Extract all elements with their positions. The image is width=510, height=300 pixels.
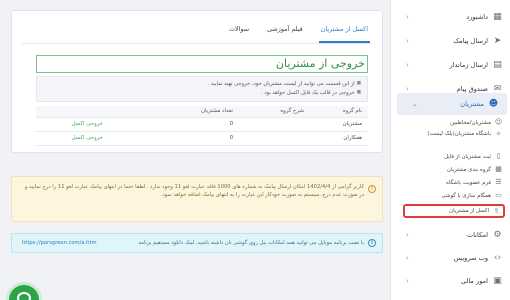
info-box: ■ از این قسمت می توانید از لیست مشتریان … (36, 76, 368, 102)
sidebar-sub-label: همگام سازی با گوشی (441, 193, 491, 199)
sidebar-sub-customer-club[interactable]: ✧ باشگاه مشتریان(بلک لیست) (403, 129, 505, 149)
bullet-icon: ■ (356, 81, 361, 86)
sidebar-item-label: امور مالی (460, 277, 488, 285)
cell-customer-count: 0 (229, 121, 233, 127)
form-icon: ☰ (495, 178, 502, 186)
users-icon: ☻ (488, 99, 499, 109)
warning-alert: ! کاربر گرامی از 1402/4/4 امکان ارسال پی… (11, 176, 383, 222)
table-row: مشتریان 0 خروجی اکسل (36, 118, 368, 132)
table-header: نام گروه شرح گروه تعداد مشتریان (36, 106, 368, 118)
excel-export-link[interactable]: خروجی اکسل (72, 132, 103, 145)
table-row: همکاران 0 خروجی اکسل (36, 132, 368, 146)
sidebar-item-label: مشتریان (460, 100, 484, 108)
sidebar-item-label: داشبورد (466, 13, 488, 21)
info-text: از این قسمت می توانید از لیست مشتریان خو… (207, 81, 355, 87)
sidebar-sub-contacts[interactable]: ☺ مشتریان/مخاطبین (403, 117, 505, 129)
app-download-text: با نصب برنامه موبایل می توانید همه امکان… (138, 240, 364, 246)
header-group-desc: شرح گروه (280, 108, 304, 114)
chevron-left-icon: ‹ (406, 231, 409, 239)
export-icon: ⇪ (493, 207, 500, 215)
tabs-divider (22, 43, 372, 44)
sidebar-sub-excel-export[interactable]: ⇪ اکسل از مشتریان (403, 204, 505, 218)
dashboard-icon: ▦ (493, 12, 502, 22)
tab-faq[interactable]: سوالات (227, 19, 251, 43)
contact-icon: ☺ (494, 118, 503, 126)
sidebar-item-scheduled-send[interactable]: ▤ ارسال زماندار ‹ (391, 54, 510, 76)
group-icon: ▦ (495, 165, 502, 173)
chevron-down-icon: ⌄ (412, 100, 418, 108)
tab-bar: اکسل از مشتریان فیلم آموزشی سوالات (227, 19, 370, 43)
sidebar-item-dashboard[interactable]: ▦ داشبورد ‹ (391, 6, 510, 28)
sidebar-sub-label: فرم عضویت باشگاه (446, 180, 491, 186)
app-download-alert: i با نصب برنامه موبایل می توانید همه امک… (11, 233, 383, 253)
sidebar-item-finance[interactable]: ▣ امور مالی ‹ (391, 270, 510, 292)
chat-bubble-icon (17, 292, 31, 300)
sidebar-item-send-sms[interactable]: ➤ ارسال پیامک ‹ (391, 30, 510, 52)
info-text: خروجی در قالب یک فایل اکسل خواهد بود . (261, 89, 355, 96)
cell-group-name: همکاران (343, 135, 362, 141)
excel-export-link[interactable]: خروجی اکسل (72, 118, 103, 131)
calendar-icon: ▤ (493, 60, 502, 70)
send-icon: ➤ (493, 36, 502, 46)
sidebar: ▦ داشبورد ‹ ➤ ارسال پیامک ‹ ▤ ارسال زمان… (390, 0, 510, 300)
page-title: خروجی از مشتریان (36, 55, 368, 73)
sidebar-item-label: ارسال پیامک (453, 37, 488, 45)
info-line: ■ از این قسمت می توانید از لیست مشتریان … (41, 80, 361, 89)
club-icon: ✧ (495, 130, 502, 138)
sidebar-sub-phone-sync[interactable]: ▭ همگام سازی با گوشی (403, 190, 505, 202)
bullet-icon: ■ (356, 89, 361, 95)
chevron-left-icon: ‹ (406, 13, 409, 21)
tab-excel-export[interactable]: اکسل از مشتریان (318, 19, 370, 43)
cell-customer-count: 0 (229, 135, 233, 141)
info-line: ■ خروجی در قالب یک فایل اکسل خواهد بود . (41, 89, 361, 98)
groups-table: نام گروه شرح گروه تعداد مشتریان مشتریان … (36, 106, 368, 146)
sidebar-item-features[interactable]: ⚙ امکانات ‹ (391, 224, 510, 246)
sidebar-sub-label: اکسل از مشتریان (449, 208, 489, 214)
wallet-icon: ▣ (493, 276, 502, 286)
chevron-left-icon: ‹ (406, 277, 409, 285)
sidebar-sub-membership-form[interactable]: ☰ فرم عضویت باشگاه (403, 177, 505, 189)
chevron-left-icon: ‹ (406, 61, 409, 69)
chat-button[interactable] (9, 285, 39, 300)
gear-icon: ⚙ (493, 230, 502, 240)
header-group-name: نام گروه (342, 108, 362, 114)
sidebar-sub-label: گروه بندی مشتریان (447, 167, 491, 173)
code-icon: ‹› (493, 253, 502, 263)
app-download-link[interactable]: https://parsgreen.com/a.htm (22, 234, 97, 252)
export-card: اکسل از مشتریان فیلم آموزشی سوالات خروجی… (11, 10, 383, 153)
sidebar-item-label: ارسال زماندار (449, 61, 488, 69)
sidebar-sub-label: باشگاه مشتریان(بلک لیست) (427, 131, 491, 137)
sync-icon: ▭ (495, 191, 502, 199)
chevron-left-icon: ‹ (406, 37, 409, 45)
cell-group-name: مشتریان (342, 121, 362, 127)
sidebar-item-web-service[interactable]: ‹› وب سرویس ‹ (391, 247, 510, 269)
tab-tutorial-video[interactable]: فیلم آموزشی (265, 19, 305, 43)
sidebar-sub-grouping[interactable]: ▦ گروه بندی مشتریان (403, 164, 505, 176)
header-customer-count: تعداد مشتریان (201, 108, 233, 114)
main-content: اکسل از مشتریان فیلم آموزشی سوالات خروجی… (0, 0, 390, 300)
sidebar-sub-import-file[interactable]: ▯ ثبت مشتریان از فایل (403, 151, 505, 163)
sidebar-sub-label: ثبت مشتریان از فایل (444, 154, 491, 160)
sidebar-item-label: وب سرویس (453, 254, 488, 262)
file-icon: ▯ (496, 152, 501, 160)
sidebar-sub-label: مشتریان/مخاطبین (450, 120, 491, 126)
info-circle-icon: i (368, 239, 376, 247)
chevron-left-icon: ‹ (406, 254, 409, 262)
sidebar-item-label: امکانات (466, 231, 488, 239)
info-circle-icon: ! (368, 185, 376, 193)
sidebar-item-customers[interactable]: ☻ مشتریان ⌄ (397, 93, 507, 115)
warning-text: کاربر گرامی از 1402/4/4 امکان ارسال پیام… (24, 184, 364, 199)
